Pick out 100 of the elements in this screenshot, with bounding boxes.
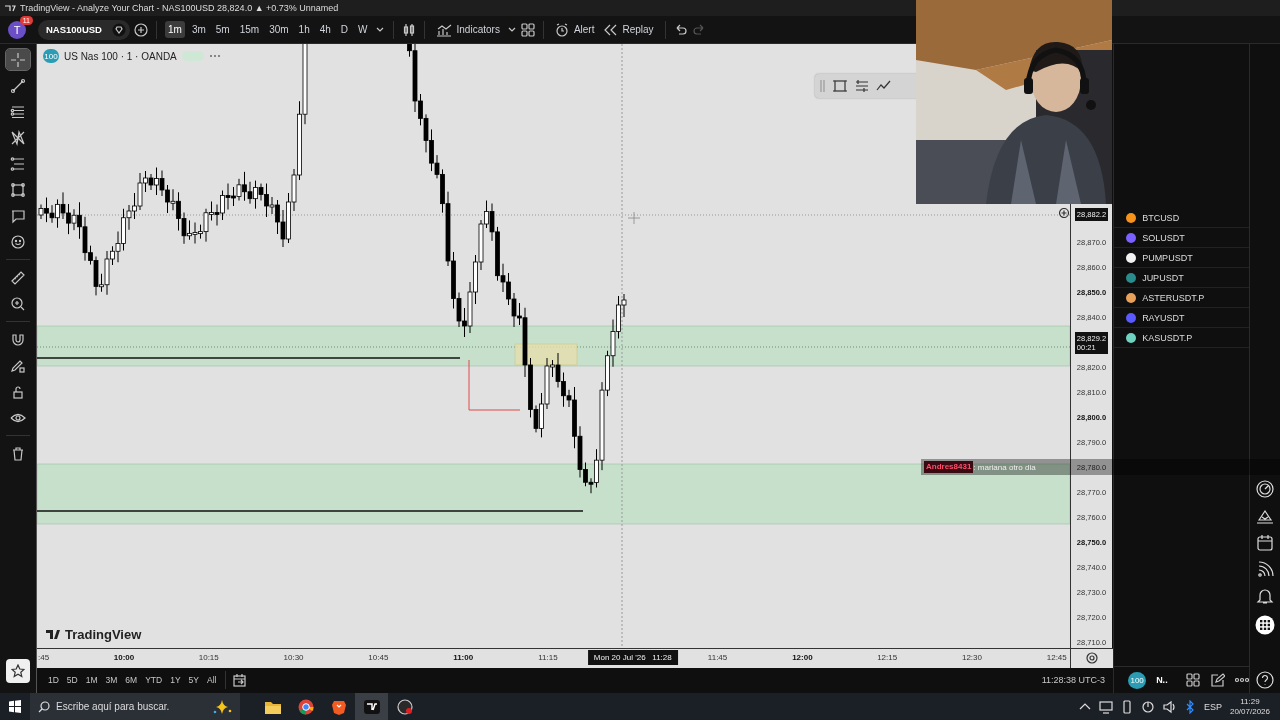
search-field[interactable]: Escribe aquí para buscar. (30, 693, 240, 720)
padlock-icon (10, 383, 26, 400)
mountains-icon[interactable] (1256, 508, 1274, 524)
crosshair-time-label: Mon 20 Jul '26 11:28 (587, 650, 678, 665)
indicators-button[interactable]: Indicators (432, 19, 503, 40)
interval-button[interactable]: 3m (188, 21, 209, 38)
caret-icon[interactable] (374, 25, 385, 34)
watchlist-item[interactable]: PUMPUSDT (1114, 248, 1249, 268)
window-title: TradingView - Analyze Your Chart - NAS100USD 28,824.0 ▲ +0.73% Unnamed (20, 3, 339, 13)
interval-button[interactable]: D (337, 21, 352, 38)
range-button[interactable]: 6M (122, 672, 141, 689)
time-label: 10:00 (113, 653, 135, 662)
time-label: 10:30 (283, 653, 304, 662)
crosshair-icon (10, 51, 26, 68)
watchlist-item[interactable]: JUPUSDT (1114, 268, 1249, 288)
more-icon[interactable] (1234, 676, 1249, 684)
range-button[interactable]: 1Y (167, 672, 184, 689)
rewind-icon (604, 22, 618, 37)
watchlist-item[interactable]: SOLUSDT (1114, 228, 1249, 248)
range-button[interactable]: 3M (102, 672, 121, 689)
calendar-arrow-icon[interactable] (232, 673, 248, 688)
interval-button[interactable]: 30m (266, 21, 292, 38)
add-symbol-icon[interactable] (133, 22, 148, 37)
range-button[interactable]: 5Y (185, 672, 202, 689)
interval-button[interactable]: 4h (316, 21, 334, 38)
target-icon[interactable] (1256, 480, 1274, 498)
edit-icon[interactable] (1209, 673, 1225, 687)
watchlist-item[interactable]: ASTERUSDT.P (1114, 288, 1249, 308)
rectangle-icon (10, 181, 26, 198)
speech-bubble-icon (10, 207, 26, 224)
caret-icon[interactable] (506, 25, 517, 34)
horizontal-lines-icon (10, 103, 26, 120)
smiley-icon (10, 233, 26, 250)
alert-button[interactable]: Alert (551, 19, 598, 40)
interval-button[interactable]: 15m (236, 21, 263, 38)
tradingview-watermark: TradingView (44, 627, 142, 642)
tv-logo-icon (44, 628, 61, 641)
time-label: 12:30 (961, 653, 982, 662)
time-label: 10:15 (198, 653, 219, 662)
range-button[interactable]: 1M (82, 672, 101, 689)
range-button[interactable]: 5D (63, 672, 81, 689)
ruler-icon (10, 269, 26, 286)
range-button[interactable]: All (203, 672, 220, 689)
network-icon[interactable] (1098, 699, 1113, 714)
range-button[interactable]: 1D (44, 672, 62, 689)
pattern-icon (10, 129, 26, 146)
symbol-name[interactable]: N.. (1156, 675, 1168, 685)
layout-grid-icon[interactable] (1185, 673, 1200, 687)
power-icon[interactable] (1140, 699, 1155, 714)
interval-button[interactable]: 5m (212, 21, 233, 38)
zoom-in-icon (10, 295, 26, 312)
interval-button[interactable]: W (355, 21, 371, 38)
candles-icon[interactable] (401, 22, 416, 37)
magnet-icon (10, 331, 26, 348)
watchlist-item[interactable]: BTCUSD (1114, 208, 1249, 228)
windows-icon[interactable] (8, 699, 22, 714)
usb-icon[interactable] (1120, 699, 1133, 714)
watchlist-item[interactable]: RAYUSDT (1114, 308, 1249, 328)
help-icon[interactable] (1256, 671, 1274, 689)
bell-icon[interactable] (1256, 587, 1274, 605)
time-label: 11:00 (453, 653, 474, 662)
chart-app-icon[interactable] (362, 698, 381, 715)
interval-button[interactable]: 1m (164, 21, 185, 38)
time-label: 11:15 (538, 653, 558, 662)
signal-icon[interactable] (1256, 561, 1274, 577)
chevron-up-icon[interactable] (1078, 702, 1091, 711)
align-icon[interactable] (853, 78, 870, 94)
chat-username: Andres8431 (924, 461, 974, 473)
chat-message: : mariana otro dia (973, 462, 1036, 472)
select-frame-icon[interactable] (831, 78, 848, 94)
crosshair-tool[interactable] (6, 49, 30, 70)
add-icon[interactable] (1058, 208, 1069, 218)
cursor-icon (627, 211, 641, 225)
recorder-icon[interactable] (396, 698, 413, 715)
favorites-button[interactable] (6, 659, 30, 683)
range-button[interactable]: YTD (142, 672, 166, 689)
taskbar-date: 20/07/2026 (1229, 706, 1270, 717)
long-position-icon (10, 155, 26, 172)
app-logo-icon (4, 3, 16, 13)
browser-icon[interactable] (297, 698, 314, 715)
star-icon (11, 664, 25, 678)
watchlist-item[interactable]: KASUSDT.P (1114, 328, 1249, 348)
apps-grid-icon[interactable] (1255, 615, 1275, 635)
interval-button[interactable]: 1h (295, 21, 313, 38)
language-indicator[interactable]: ESP (1203, 701, 1222, 712)
volume-icon[interactable] (1162, 699, 1176, 714)
time-label: :45 (37, 653, 50, 662)
time-label: 12:00 (792, 653, 813, 662)
calendar-icon[interactable] (1256, 534, 1274, 551)
symbol-logo: 100 (42, 49, 59, 63)
time-label: 12:15 (877, 653, 898, 662)
layout-grid-icon[interactable] (520, 22, 535, 37)
time-label: 10:45 (368, 653, 389, 662)
symbol-legend[interactable]: US Nas 100 · 1 · OANDA (63, 50, 177, 62)
time-label: 11:45 (707, 653, 728, 662)
replay-button[interactable]: Replay (601, 19, 657, 40)
symbol-search[interactable]: NAS100USD (38, 19, 130, 40)
settings-icon[interactable] (1085, 652, 1098, 665)
drag-handle-icon[interactable] (818, 78, 826, 94)
trash-icon (10, 445, 26, 462)
